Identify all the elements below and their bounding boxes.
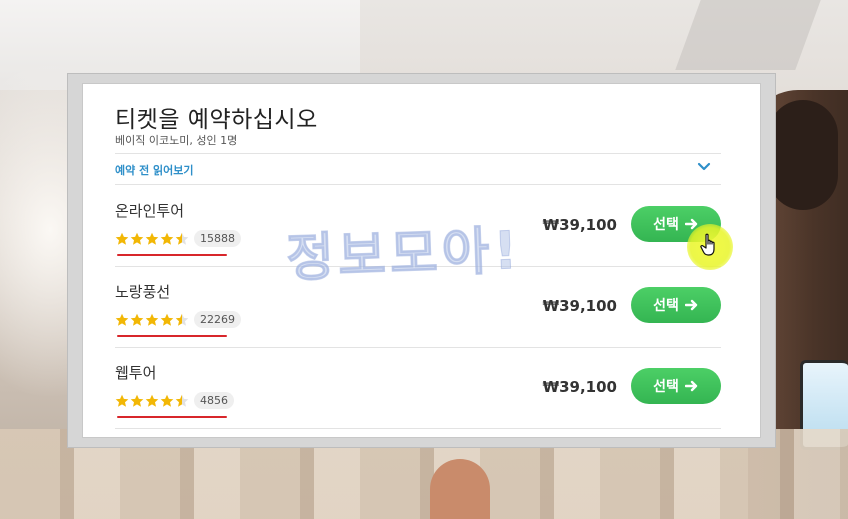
rating-stars: 15888 xyxy=(115,230,241,247)
red-underline xyxy=(117,416,227,418)
review-count-badge: 4856 xyxy=(194,392,234,409)
star-icon xyxy=(145,313,159,326)
divider xyxy=(115,428,721,429)
select-button[interactable]: 선택 xyxy=(631,287,721,323)
page-title: 티켓을 예약하십시오 xyxy=(115,107,318,133)
arrow-right-icon xyxy=(684,299,698,311)
read-before-booking-label: 예약 전 읽어보기 xyxy=(115,164,194,177)
select-button-label: 선택 xyxy=(653,379,679,395)
select-button-label: 선택 xyxy=(653,217,679,233)
half-star-icon xyxy=(175,232,189,245)
fare-subtitle: 베이직 이코노미, 성인 1명 xyxy=(115,134,238,147)
red-underline xyxy=(117,254,227,256)
star-icon xyxy=(160,232,174,245)
star-icon xyxy=(145,232,159,245)
select-button[interactable]: 선택 xyxy=(631,368,721,404)
booking-card: 티켓을 예약하십시오 베이직 이코노미, 성인 1명 예약 전 읽어보기 온라인… xyxy=(82,83,761,438)
vendor-name: 웹투어 xyxy=(115,364,157,382)
rating-stars: 4856 xyxy=(115,392,234,409)
divider xyxy=(115,184,721,185)
star-icon xyxy=(130,313,144,326)
star-icon xyxy=(130,232,144,245)
price: ₩39,100 xyxy=(542,297,617,315)
vendor-name: 온라인투어 xyxy=(115,202,185,220)
star-icon xyxy=(115,313,129,326)
star-icon xyxy=(160,394,174,407)
half-star-icon xyxy=(175,394,189,407)
star-icon xyxy=(145,394,159,407)
chevron-down-icon xyxy=(697,162,711,171)
offer-row-2: 웹투어 4856 ₩39,100 선택 xyxy=(115,348,721,428)
offer-row-0: 온라인투어 15888 ₩39,100 선택 xyxy=(115,186,721,266)
price: ₩39,100 xyxy=(542,378,617,396)
hand-pointer-icon xyxy=(700,233,715,256)
star-icon xyxy=(130,394,144,407)
review-count-badge: 22269 xyxy=(194,311,241,328)
vendor-name: 노랑풍선 xyxy=(115,283,171,301)
half-star-icon xyxy=(175,313,189,326)
review-count-badge: 15888 xyxy=(194,230,241,247)
select-button-label: 선택 xyxy=(653,298,679,314)
arrow-right-icon xyxy=(684,380,698,392)
star-icon xyxy=(160,313,174,326)
rating-stars: 22269 xyxy=(115,311,241,328)
star-icon xyxy=(115,394,129,407)
read-before-booking-toggle[interactable]: 예약 전 읽어보기 xyxy=(115,154,721,184)
price: ₩39,100 xyxy=(542,216,617,234)
star-icon xyxy=(115,232,129,245)
offer-row-1: 노랑풍선 22269 ₩39,100 선택 xyxy=(115,267,721,347)
red-underline xyxy=(117,335,227,337)
